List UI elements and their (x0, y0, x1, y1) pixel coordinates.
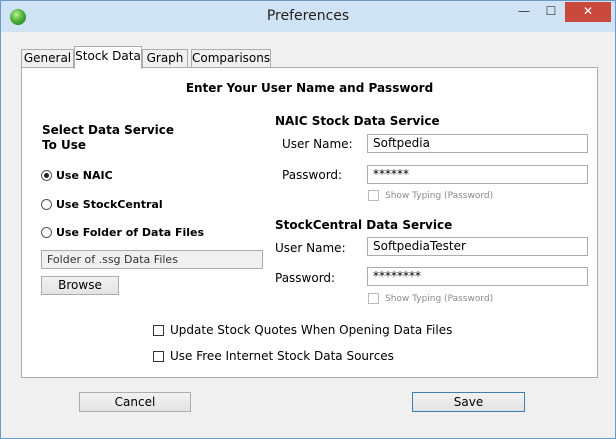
tab-general[interactable]: General (21, 49, 74, 68)
minimize-button[interactable]: — (511, 2, 537, 22)
stockcentral-show-typing-checkbox[interactable]: Show Typing (Password) (368, 293, 493, 304)
stockcentral-username-label: User Name: (275, 241, 346, 255)
radio-use-naic[interactable]: Use NAIC (41, 169, 113, 182)
stockcentral-password-label: Password: (275, 271, 336, 285)
tab-graph[interactable]: Graph (142, 49, 188, 68)
radio-unselected-icon (41, 199, 52, 210)
stockcentral-username-input[interactable]: SoftpediaTester (367, 237, 588, 256)
checkbox-icon (368, 190, 379, 201)
checkbox-label: Use Free Internet Stock Data Sources (170, 349, 394, 363)
radio-unselected-icon (41, 227, 52, 238)
radio-label: Use Folder of Data Files (56, 226, 205, 239)
radio-use-folder[interactable]: Use Folder of Data Files (41, 226, 204, 239)
select-service-title-line1: Select Data Service (42, 123, 175, 137)
checkbox-label: Show Typing (Password) (385, 190, 494, 201)
radio-label: Use StockCentral (56, 198, 163, 211)
naic-username-label: User Name: (282, 137, 353, 151)
update-quotes-checkbox[interactable]: Update Stock Quotes When Opening Data Fi… (153, 323, 452, 337)
checkbox-icon (368, 293, 379, 304)
checkbox-icon (153, 324, 164, 336)
radio-use-stockcentral[interactable]: Use StockCentral (41, 198, 163, 211)
tab-comparisons[interactable]: Comparisons (191, 49, 271, 68)
naic-username-input[interactable]: Softpedia (367, 134, 588, 153)
naic-password-label: Password: (282, 168, 343, 182)
radio-selected-icon (41, 170, 52, 181)
stockcentral-title: StockCentral Data Service (275, 218, 453, 232)
stock-data-panel: Enter Your User Name and Password Select… (21, 67, 598, 378)
stockcentral-password-input[interactable]: ******** (367, 267, 588, 286)
tab-stock-data[interactable]: Stock Data (74, 46, 142, 69)
radio-label: Use NAIC (56, 169, 113, 182)
checkbox-label: Update Stock Quotes When Opening Data Fi… (170, 323, 453, 337)
select-service-title-line2: To Use (42, 138, 87, 152)
checkbox-label: Show Typing (Password) (385, 293, 494, 304)
naic-show-typing-checkbox[interactable]: Show Typing (Password) (368, 190, 493, 201)
close-button[interactable]: ✕ (565, 2, 611, 22)
browse-button[interactable]: Browse (41, 276, 119, 295)
naic-password-input[interactable]: ****** (367, 165, 588, 184)
maximize-button[interactable]: ☐ (538, 2, 564, 22)
naic-title: NAIC Stock Data Service (275, 114, 440, 128)
preferences-window: Preferences — ☐ ✕ General Stock Data Gra… (0, 0, 616, 439)
free-sources-checkbox[interactable]: Use Free Internet Stock Data Sources (153, 349, 394, 363)
title-bar: Preferences — ☐ ✕ (1, 1, 615, 32)
cancel-button[interactable]: Cancel (79, 392, 191, 412)
checkbox-icon (153, 350, 164, 362)
save-button[interactable]: Save (412, 392, 525, 412)
panel-heading: Enter Your User Name and Password (185, 81, 434, 95)
folder-path-field[interactable]: Folder of .ssg Data Files (41, 250, 263, 269)
